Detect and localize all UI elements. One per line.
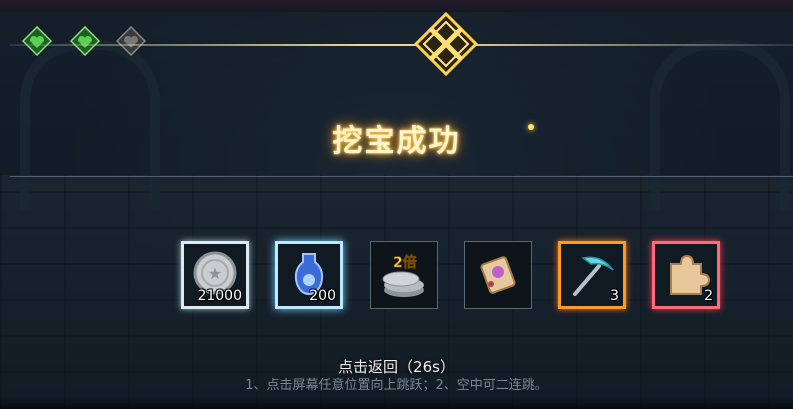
reward-item[interactable]: 2	[652, 241, 720, 309]
reward-item[interactable]: 3	[558, 241, 626, 309]
reward-item[interactable]: 2倍	[370, 241, 438, 309]
heart-gem-icon	[22, 26, 52, 56]
reward-item[interactable]	[464, 241, 532, 309]
heart-gem-icon	[70, 26, 100, 56]
empty-heart-gem-icon	[116, 26, 146, 56]
reward-item[interactable]: 200	[275, 241, 343, 309]
dim-overlay	[0, 0, 793, 409]
double-badge: 2倍	[393, 254, 417, 271]
dialog-title: 挖宝成功	[332, 124, 461, 159]
scroll-icon	[480, 256, 516, 294]
double-coin-icon: 2倍	[382, 254, 424, 297]
reward-item[interactable]: ★ 21000	[181, 241, 249, 309]
crossed-swords-emblem-icon	[414, 12, 478, 76]
reward-count: 2	[704, 288, 713, 304]
reward-count: 200	[309, 288, 336, 304]
bottom-shade	[0, 396, 793, 409]
game-screen[interactable]: 挖宝成功 ★ 21000 200 2倍 3 2 点击返回（26s） 1、点击屏幕…	[0, 0, 793, 409]
title-divider	[10, 176, 793, 177]
sparkle-icon	[528, 124, 534, 130]
header-divider	[10, 44, 793, 46]
svg-text:★: ★	[208, 264, 222, 283]
gameplay-tip: 1、点击屏幕任意位置向上跳跃；2、空中可二连跳。	[245, 378, 548, 393]
reward-count: 3	[610, 288, 619, 304]
reward-count: 21000	[197, 288, 242, 304]
